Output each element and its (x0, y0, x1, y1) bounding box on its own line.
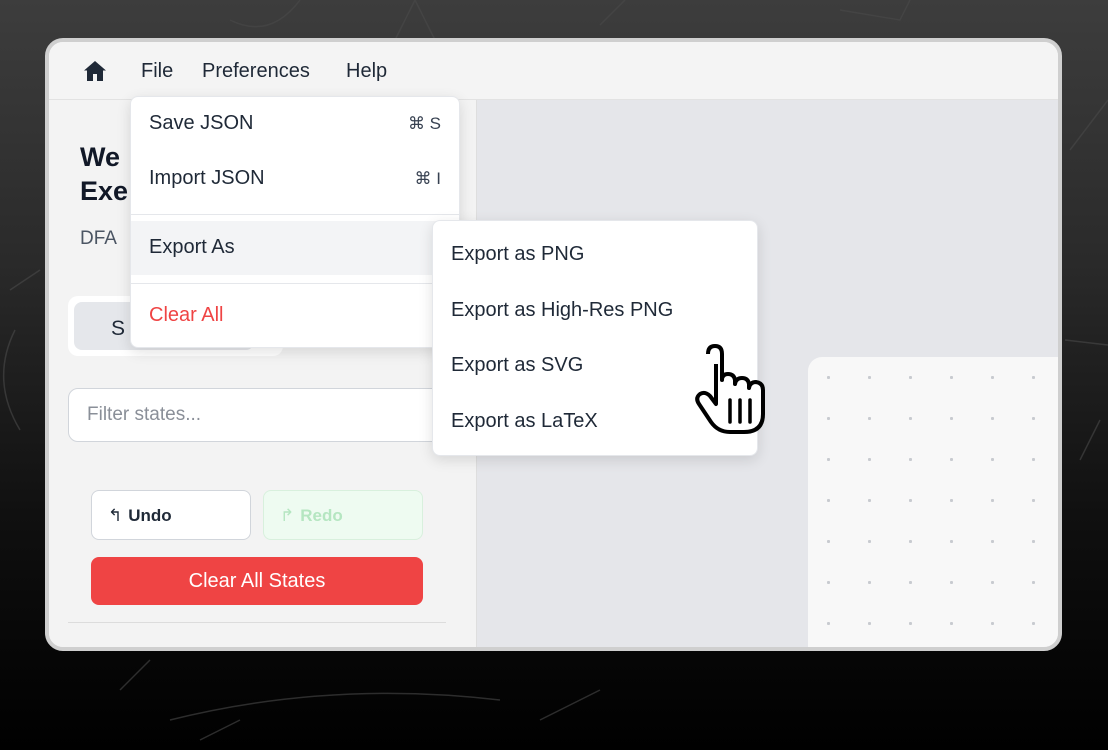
clear-all-label: Clear All (149, 304, 224, 326)
save-json-label: Save JSON (149, 112, 254, 134)
file-menu-dropdown: Save JSON ⌘ S Import JSON ⌘ I Export As … (130, 96, 460, 348)
clear-all-states-button[interactable]: Clear All States (91, 557, 423, 605)
export-latex-item[interactable]: Export as LaTeX (451, 410, 598, 433)
menu-help[interactable]: Help (346, 60, 387, 83)
menu-preferences[interactable]: Preferences (202, 60, 310, 83)
menu-item-import-json[interactable]: Import JSON ⌘ I (131, 152, 459, 206)
undo-icon: ↰ (108, 506, 123, 525)
menu-separator (131, 283, 459, 284)
menu-separator (131, 214, 459, 215)
redo-label: Redo (300, 506, 343, 525)
menu-file[interactable]: File (141, 60, 173, 83)
home-icon[interactable] (83, 59, 107, 83)
export-png-item[interactable]: Export as PNG (451, 243, 584, 266)
save-json-shortcut: ⌘ S (407, 114, 441, 133)
import-json-label: Import JSON (149, 167, 265, 189)
menu-item-export-as[interactable]: Export As (131, 221, 459, 275)
export-svg-item[interactable]: Export as SVG (451, 354, 583, 377)
menu-item-clear-all[interactable]: Clear All (131, 289, 459, 343)
menu-bar: File Preferences Help (49, 42, 1058, 100)
menu-item-save-json[interactable]: Save JSON ⌘ S (131, 97, 459, 151)
import-json-shortcut: ⌘ I (414, 169, 441, 188)
redo-icon: ↱ (280, 506, 295, 525)
undo-button[interactable]: ↰ Undo (91, 490, 251, 540)
redo-button[interactable]: ↱ Redo (263, 490, 423, 540)
undo-label: Undo (128, 506, 172, 525)
project-subtitle: DFA (80, 228, 117, 249)
hand-pointer-cursor-icon (695, 344, 765, 434)
project-title: We Exe (80, 142, 129, 206)
sidebar-divider (68, 622, 446, 623)
filter-states-input[interactable] (68, 388, 448, 442)
dotted-canvas[interactable] (808, 357, 1058, 647)
tab-states-label: S (111, 317, 126, 340)
export-high-res-png-item[interactable]: Export as High-Res PNG (451, 299, 673, 322)
export-as-label: Export As (149, 236, 235, 258)
app-window: File Preferences Help We Exe DFA S ↰ Undo… (45, 38, 1062, 651)
